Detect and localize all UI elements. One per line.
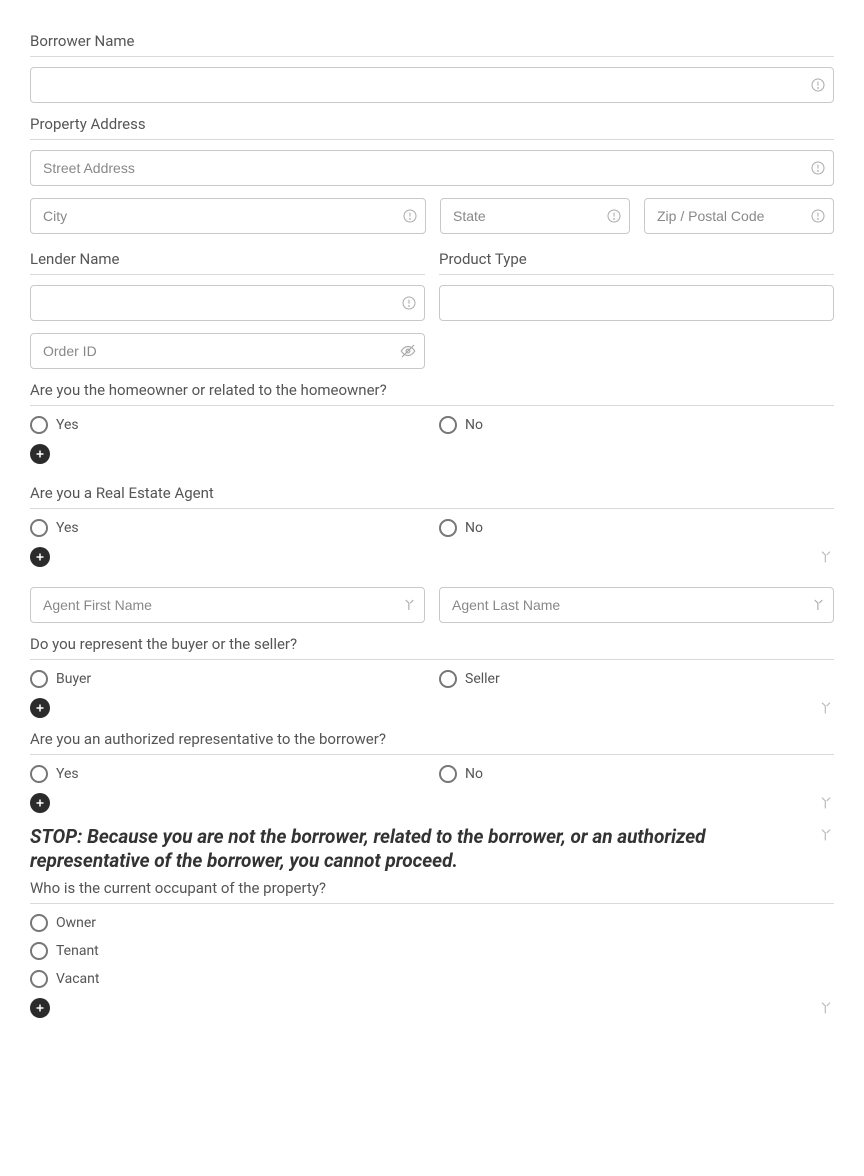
radio-label: Yes	[56, 417, 79, 433]
branch-icon	[818, 549, 834, 565]
radio-agent-yes[interactable]	[30, 519, 48, 537]
street-address-input[interactable]	[30, 150, 834, 186]
radio-label: No	[465, 766, 483, 782]
branch-icon	[818, 1000, 834, 1016]
radio-homeowner-yes[interactable]	[30, 416, 48, 434]
radio-label: Seller	[465, 671, 500, 687]
radio-label: Yes	[56, 766, 79, 782]
question-homeowner: Are you the homeowner or related to the …	[30, 381, 834, 399]
radio-label: Buyer	[56, 671, 91, 687]
lender-name-input[interactable]	[30, 285, 425, 321]
add-button[interactable]	[30, 998, 50, 1018]
divider	[30, 659, 834, 660]
radio-seller[interactable]	[439, 670, 457, 688]
product-type-label: Product Type	[439, 250, 834, 268]
radio-occupant-owner[interactable]	[30, 914, 48, 932]
add-button[interactable]	[30, 698, 50, 718]
radio-label: No	[465, 417, 483, 433]
divider	[30, 139, 834, 140]
radio-authrep-yes[interactable]	[30, 765, 48, 783]
divider	[30, 56, 834, 57]
divider	[30, 508, 834, 509]
question-occupant: Who is the current occupant of the prope…	[30, 879, 834, 897]
branch-icon	[818, 827, 834, 843]
add-button[interactable]	[30, 547, 50, 567]
agent-first-name-input[interactable]	[30, 587, 425, 623]
property-address-label: Property Address	[30, 115, 834, 133]
radio-label: No	[465, 520, 483, 536]
branch-icon	[818, 795, 834, 811]
borrower-name-label: Borrower Name	[30, 32, 834, 50]
radio-homeowner-no[interactable]	[439, 416, 457, 434]
radio-label: Vacant	[56, 971, 99, 987]
add-button[interactable]	[30, 793, 50, 813]
question-authorized-rep: Are you an authorized representative to …	[30, 730, 834, 748]
divider	[30, 903, 834, 904]
add-button[interactable]	[30, 444, 50, 464]
radio-label: Owner	[56, 915, 96, 931]
radio-label: Yes	[56, 520, 79, 536]
radio-label: Tenant	[56, 943, 99, 959]
zip-input[interactable]	[644, 198, 834, 234]
borrower-name-input[interactable]	[30, 67, 834, 103]
question-buyer-seller: Do you represent the buyer or the seller…	[30, 635, 834, 653]
divider	[30, 274, 425, 275]
product-type-input[interactable]	[439, 285, 834, 321]
state-input[interactable]	[440, 198, 630, 234]
divider	[30, 405, 834, 406]
radio-agent-no[interactable]	[439, 519, 457, 537]
agent-last-name-input[interactable]	[439, 587, 834, 623]
city-input[interactable]	[30, 198, 426, 234]
divider	[30, 754, 834, 755]
branch-icon	[818, 700, 834, 716]
lender-name-label: Lender Name	[30, 250, 425, 268]
order-id-input[interactable]	[30, 333, 425, 369]
radio-buyer[interactable]	[30, 670, 48, 688]
stop-message: STOP: Because you are not the borrower, …	[30, 825, 790, 873]
radio-authrep-no[interactable]	[439, 765, 457, 783]
radio-occupant-tenant[interactable]	[30, 942, 48, 960]
divider	[439, 274, 834, 275]
radio-occupant-vacant[interactable]	[30, 970, 48, 988]
question-agent: Are you a Real Estate Agent	[30, 484, 834, 502]
